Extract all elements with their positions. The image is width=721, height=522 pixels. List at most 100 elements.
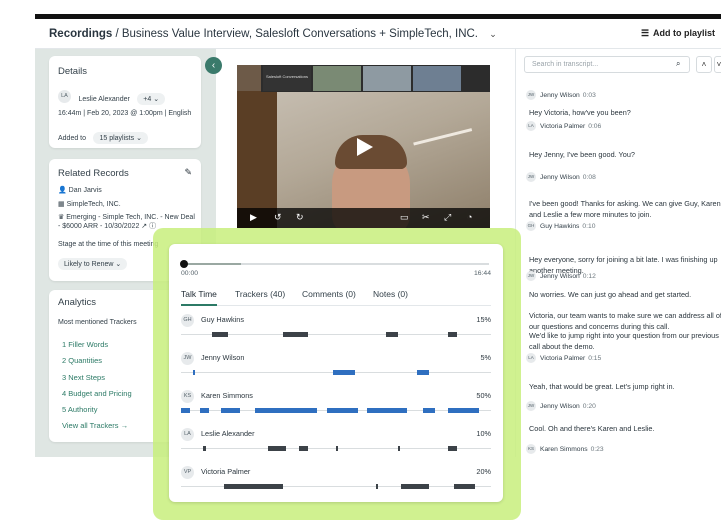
transcript-message[interactable]: Cool. Oh and there's Karen and Leslie.	[529, 424, 721, 435]
talk-segment[interactable]	[447, 446, 457, 451]
seek-bar[interactable]	[180, 260, 489, 268]
clip-icon[interactable]: ✂	[422, 212, 430, 223]
breadcrumb-separator: /	[112, 28, 122, 40]
related-person[interactable]: 👤 Dan Jarvis	[58, 186, 102, 194]
talk-segment[interactable]	[181, 408, 191, 413]
play-button-icon[interactable]: ▶	[250, 212, 257, 223]
playlists-row: Added to 15 playlists ⌄	[58, 127, 148, 145]
timestamp[interactable]: 0:12	[583, 273, 596, 280]
avatar: LA	[58, 90, 71, 104]
view-all-trackers-link[interactable]: View all Trackers →	[62, 421, 128, 430]
participant-thumbnail[interactable]	[413, 66, 461, 91]
seek-handle[interactable]	[180, 260, 188, 268]
tracker-item[interactable]: 5 Authority	[62, 402, 132, 418]
timestamp[interactable]: 0:23	[591, 446, 604, 453]
speaker-row[interactable]: GH Guy Hawkins 15%	[181, 312, 491, 347]
video-player[interactable]: Salesloft Conversations ▶ ↺ ↻ ▭ ✂ ⤢ ◔	[237, 65, 490, 228]
speaker-row[interactable]: LA Leslie Alexander 10%	[181, 426, 491, 461]
transcript-message[interactable]: We'd like to jump right into your questi…	[529, 331, 721, 352]
captions-icon[interactable]: ▭	[400, 212, 409, 223]
tracker-item[interactable]: 1 Filler Words	[62, 337, 132, 353]
playlist-icon: ☰	[640, 28, 650, 38]
fullscreen-icon[interactable]: ⤢	[444, 212, 451, 223]
stage-dropdown[interactable]: Likely to Renew ⌄	[58, 258, 128, 270]
talk-segment[interactable]	[326, 408, 358, 413]
talk-timeline[interactable]	[181, 446, 491, 451]
talk-segment[interactable]	[453, 484, 476, 489]
talk-segment[interactable]	[283, 332, 309, 337]
talk-segment[interactable]	[416, 370, 429, 375]
talk-segment[interactable]	[199, 408, 209, 413]
talk-segment[interactable]	[202, 446, 206, 451]
talk-segment[interactable]	[336, 446, 338, 451]
talk-segment[interactable]	[422, 408, 436, 413]
forward-icon[interactable]: ↻	[296, 212, 304, 223]
talk-segment[interactable]	[255, 408, 318, 413]
transcript-search-input[interactable]: Search in transcript...	[524, 56, 690, 73]
talk-segment[interactable]	[367, 408, 408, 413]
transcript-message[interactable]: Hey Jenny, I've been good. You?	[529, 150, 721, 161]
timestamp[interactable]: 0:03	[583, 92, 596, 99]
transcript-message[interactable]: Hey Victoria, how've you been?	[529, 108, 721, 119]
speaker-row[interactable]: KS Karen Simmons 50%	[181, 388, 491, 423]
info-icon[interactable]: ⓘ	[149, 223, 156, 230]
transcript-message[interactable]: I've been good! Thanks for asking. We ca…	[529, 199, 721, 220]
participant-thumbnail[interactable]	[313, 66, 361, 91]
talk-segment[interactable]	[267, 446, 287, 451]
transcript-message[interactable]: No worries. We can just go ahead and get…	[529, 290, 721, 301]
speaker-row[interactable]: VP Victoria Palmer 20%	[181, 464, 491, 499]
chevron-down-icon[interactable]: ⌄	[489, 29, 497, 40]
talk-timeline[interactable]	[181, 332, 491, 337]
timestamp[interactable]: 0:15	[588, 355, 601, 362]
talk-timeline[interactable]	[181, 408, 491, 413]
transcript-message[interactable]: Victoria, our team wants to make sure we…	[529, 311, 721, 332]
timestamp[interactable]: 0:20	[583, 403, 596, 410]
tab-notes[interactable]: Notes (0)	[373, 289, 408, 299]
speaker-name: Victoria Palmer	[201, 467, 251, 476]
tracker-item[interactable]: 3 Next Steps	[62, 370, 132, 386]
participant-thumbnail[interactable]: Salesloft Conversations	[263, 66, 311, 91]
avatar: KS	[526, 444, 536, 454]
next-match-button[interactable]: ˅	[714, 56, 721, 73]
add-to-playlist-button[interactable]: ☰ Add to playlist	[641, 28, 715, 39]
speaker-row[interactable]: JW Jenny Wilson 5%	[181, 350, 491, 385]
talk-segment[interactable]	[193, 370, 196, 375]
talk-segment[interactable]	[212, 332, 228, 337]
timestamp[interactable]: 0:06	[588, 123, 601, 130]
breadcrumb-recordings[interactable]: Recordings	[49, 28, 112, 40]
speed-icon[interactable]: ◔	[467, 212, 472, 222]
talk-segment[interactable]	[221, 408, 240, 413]
previous-match-button[interactable]: ˄	[696, 56, 712, 73]
talk-segment[interactable]	[447, 332, 457, 337]
timestamp[interactable]: 0:08	[583, 174, 596, 181]
external-link-icon[interactable]: ↗	[141, 223, 147, 230]
search-icon[interactable]: ⌕	[676, 59, 680, 69]
tab-talk-time[interactable]: Talk Time	[181, 289, 217, 306]
participants-more-button[interactable]: +4 ⌄	[137, 93, 166, 105]
edit-icon[interactable]: ✎	[184, 167, 192, 178]
talk-segment[interactable]	[447, 408, 479, 413]
tracker-item[interactable]: 4 Budget and Pricing	[62, 386, 132, 402]
rewind-icon[interactable]: ↺	[274, 212, 282, 223]
talk-segment[interactable]	[298, 446, 309, 451]
tab-trackers[interactable]: Trackers (40)	[235, 289, 285, 299]
talk-percentage: 20%	[476, 467, 491, 476]
transcript-message[interactable]: Yeah, that would be great. Let's jump ri…	[529, 382, 721, 393]
talk-segment[interactable]	[385, 332, 398, 337]
collapse-panel-button[interactable]: ‹	[205, 57, 222, 74]
play-icon[interactable]	[357, 138, 373, 156]
talk-timeline[interactable]	[181, 484, 491, 489]
talk-segment[interactable]	[401, 484, 429, 489]
talk-timeline[interactable]	[181, 370, 491, 375]
related-company[interactable]: ▦ SimpleTech, INC.	[58, 200, 121, 208]
talk-segment[interactable]	[332, 370, 355, 375]
transcript-speaker: LA Victoria Palmer 0:06	[526, 121, 601, 131]
timestamp[interactable]: 0:10	[582, 223, 595, 230]
talk-segment[interactable]	[398, 446, 400, 451]
talk-segment[interactable]	[224, 484, 284, 489]
tab-comments[interactable]: Comments (0)	[302, 289, 356, 299]
talk-segment[interactable]	[376, 484, 379, 489]
tracker-item[interactable]: 2 Quantities	[62, 353, 132, 369]
playlists-dropdown[interactable]: 15 playlists ⌄	[93, 132, 148, 144]
participant-thumbnail[interactable]	[363, 66, 411, 91]
